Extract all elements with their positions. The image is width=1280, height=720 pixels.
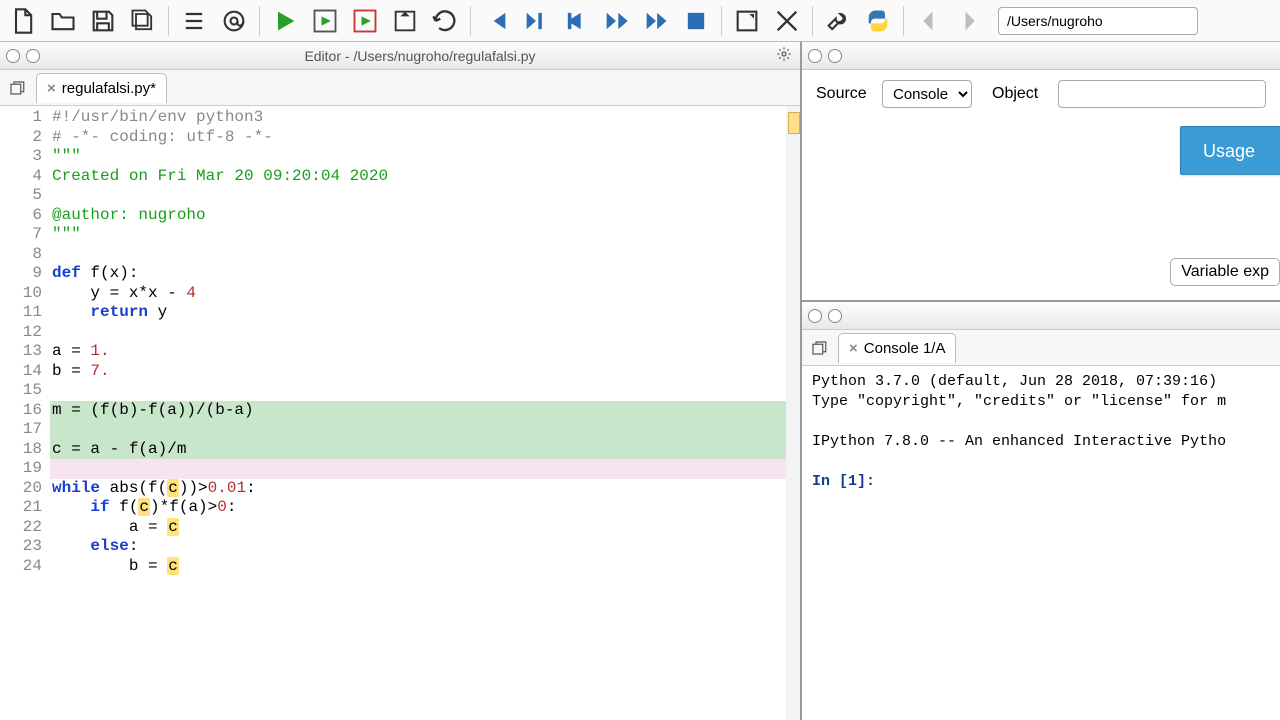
tab-console[interactable]: × Console 1/A bbox=[838, 333, 956, 363]
code-line[interactable]: else: bbox=[50, 537, 800, 557]
open-folder-icon[interactable] bbox=[44, 2, 82, 40]
step-over-icon[interactable] bbox=[557, 2, 595, 40]
code-line[interactable] bbox=[50, 420, 800, 440]
forward-icon[interactable] bbox=[950, 2, 988, 40]
main-toolbar bbox=[0, 0, 1280, 42]
variable-explorer-button[interactable]: Variable exp bbox=[1170, 258, 1280, 286]
source-select[interactable]: Console bbox=[882, 80, 972, 108]
editor-title: Editor - /Users/nugroho/regulafalsi.py bbox=[46, 48, 794, 64]
debug-icon[interactable] bbox=[386, 2, 424, 40]
object-input[interactable] bbox=[1058, 80, 1266, 108]
pane-close-icon[interactable] bbox=[808, 49, 822, 63]
pane-close-icon[interactable] bbox=[808, 309, 822, 323]
code-line[interactable]: a = c bbox=[50, 518, 800, 538]
save-icon[interactable] bbox=[84, 2, 122, 40]
code-line[interactable]: @author: nugroho bbox=[50, 206, 800, 226]
save-all-icon[interactable] bbox=[124, 2, 162, 40]
code-line[interactable]: """ bbox=[50, 225, 800, 245]
code-line[interactable]: #!/usr/bin/env python3 bbox=[50, 108, 800, 128]
code-editor[interactable]: 123456789101112131415161718192021222324 … bbox=[0, 106, 800, 720]
code-line[interactable]: def f(x): bbox=[50, 264, 800, 284]
run-cell-advance-icon[interactable] bbox=[346, 2, 384, 40]
code-line[interactable] bbox=[50, 323, 800, 343]
editor-pane-header: Editor - /Users/nugroho/regulafalsi.py bbox=[0, 42, 800, 70]
code-line[interactable] bbox=[50, 245, 800, 265]
run-cell-icon[interactable] bbox=[306, 2, 344, 40]
console-output[interactable]: Python 3.7.0 (default, Jun 28 2018, 07:3… bbox=[802, 366, 1280, 720]
new-file-icon[interactable] bbox=[4, 2, 42, 40]
close-icon[interactable]: × bbox=[849, 340, 858, 357]
close-icon[interactable]: × bbox=[47, 80, 56, 97]
tab-label: Console 1/A bbox=[864, 340, 946, 357]
skip-next-icon[interactable] bbox=[637, 2, 675, 40]
code-line[interactable]: a = 1. bbox=[50, 342, 800, 362]
restore-icon[interactable] bbox=[806, 335, 832, 361]
step-out-icon[interactable] bbox=[597, 2, 635, 40]
skip-first-icon[interactable] bbox=[477, 2, 515, 40]
tab-label: regulafalsi.py* bbox=[62, 80, 156, 97]
object-label: Object bbox=[992, 85, 1050, 103]
code-line[interactable]: m = (f(b)-f(a))/(b-a) bbox=[50, 401, 800, 421]
stop-icon[interactable] bbox=[677, 2, 715, 40]
at-icon[interactable] bbox=[215, 2, 253, 40]
back-icon[interactable] bbox=[910, 2, 948, 40]
pane-undock-icon[interactable] bbox=[828, 49, 842, 63]
pane-undock-icon[interactable] bbox=[828, 309, 842, 323]
usage-button[interactable]: Usage bbox=[1180, 126, 1280, 175]
help-pane-header bbox=[802, 42, 1280, 70]
scroll-indicator bbox=[786, 106, 800, 720]
maximize-icon[interactable] bbox=[728, 2, 766, 40]
python-icon[interactable] bbox=[859, 2, 897, 40]
code-line[interactable]: c = a - f(a)/m bbox=[50, 440, 800, 460]
code-line[interactable] bbox=[50, 186, 800, 206]
working-dir-input[interactable] bbox=[998, 7, 1198, 35]
rerun-icon[interactable] bbox=[426, 2, 464, 40]
code-line[interactable] bbox=[50, 459, 800, 479]
line-gutter: 123456789101112131415161718192021222324 bbox=[0, 106, 48, 720]
wrench-icon[interactable] bbox=[819, 2, 857, 40]
editor-pane: Editor - /Users/nugroho/regulafalsi.py ×… bbox=[0, 42, 802, 720]
restore-icon[interactable] bbox=[4, 75, 30, 101]
pane-close-icon[interactable] bbox=[6, 49, 20, 63]
code-line[interactable]: # -*- coding: utf-8 -*- bbox=[50, 128, 800, 148]
help-pane: Source Console Object Usage Variable exp bbox=[802, 42, 1280, 302]
code-line[interactable]: while abs(f(c))>0.01: bbox=[50, 479, 800, 499]
code-line[interactable]: y = x*x - 4 bbox=[50, 284, 800, 304]
code-line[interactable]: b = c bbox=[50, 557, 800, 577]
editor-tabbar: × regulafalsi.py* bbox=[0, 70, 800, 106]
code-line[interactable]: b = 7. bbox=[50, 362, 800, 382]
run-icon[interactable] bbox=[266, 2, 304, 40]
code-line[interactable]: Created on Fri Mar 20 09:20:04 2020 bbox=[50, 167, 800, 187]
console-prompt: In [1]: bbox=[812, 473, 884, 490]
list-icon[interactable] bbox=[175, 2, 213, 40]
code-line[interactable]: return y bbox=[50, 303, 800, 323]
fullscreen-icon[interactable] bbox=[768, 2, 806, 40]
gear-icon[interactable] bbox=[776, 46, 792, 65]
step-in-icon[interactable] bbox=[517, 2, 555, 40]
code-line[interactable]: if f(c)*f(a)>0: bbox=[50, 498, 800, 518]
console-pane-header bbox=[802, 302, 1280, 330]
tab-regulafalsi[interactable]: × regulafalsi.py* bbox=[36, 73, 167, 103]
code-line[interactable]: """ bbox=[50, 147, 800, 167]
code-area[interactable]: #!/usr/bin/env python3# -*- coding: utf-… bbox=[48, 106, 800, 720]
console-pane: × Console 1/A Python 3.7.0 (default, Jun… bbox=[802, 302, 1280, 720]
source-label: Source bbox=[816, 85, 874, 103]
code-line[interactable] bbox=[50, 381, 800, 401]
pane-undock-icon[interactable] bbox=[26, 49, 40, 63]
console-tabbar: × Console 1/A bbox=[802, 330, 1280, 366]
